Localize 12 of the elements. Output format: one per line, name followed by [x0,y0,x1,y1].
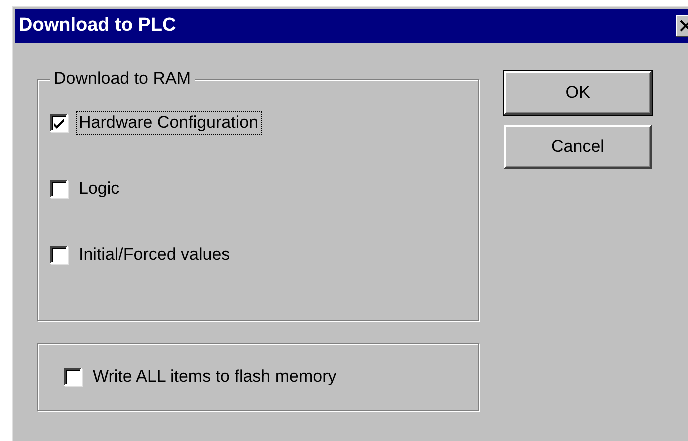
checkbox[interactable] [50,180,68,198]
checkbox[interactable] [50,246,68,264]
checkmark-icon [53,118,65,128]
window-title: Download to PLC [18,15,176,37]
checkbox-label[interactable]: Write ALL items to flash memory [90,365,340,389]
dialog-button[interactable]: OK [504,71,652,115]
checkbox[interactable] [64,368,82,386]
checkbox[interactable] [50,114,68,132]
dialog-button[interactable]: Cancel [504,125,652,169]
checkbox-label[interactable]: Initial/Forced values [76,243,234,267]
checkbox-label[interactable]: Hardware Configuration [76,111,262,135]
checkbox-label[interactable]: Logic [76,177,123,201]
